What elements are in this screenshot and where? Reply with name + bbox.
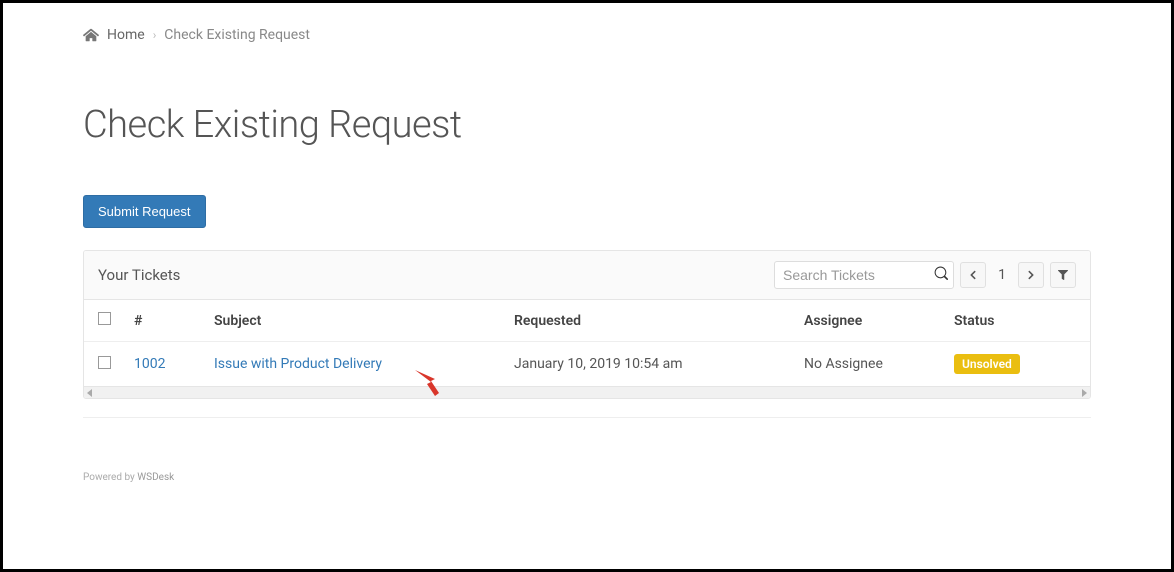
breadcrumb-home[interactable]: Home xyxy=(107,27,145,43)
header-checkbox-cell xyxy=(84,300,124,342)
page-number: 1 xyxy=(992,267,1012,283)
ticket-status: Unsolved xyxy=(944,342,1090,387)
breadcrumb: Home › Check Existing Request xyxy=(83,27,1091,43)
table-row: 1002 Issue with Product Delivery January… xyxy=(84,342,1090,387)
prev-page-button[interactable] xyxy=(960,262,986,288)
header-assignee: Assignee xyxy=(794,300,944,342)
divider xyxy=(83,417,1091,418)
header-status: Status xyxy=(944,300,1090,342)
next-page-button[interactable] xyxy=(1018,262,1044,288)
tickets-panel: Your Tickets 1 xyxy=(83,250,1091,399)
footer-powered-by: Powered by xyxy=(83,472,135,483)
filter-button[interactable] xyxy=(1050,262,1076,288)
select-all-checkbox[interactable] xyxy=(98,312,111,325)
submit-request-button[interactable]: Submit Request xyxy=(83,195,206,228)
header-subject: Subject xyxy=(204,300,504,342)
panel-title: Your Tickets xyxy=(98,266,180,284)
page-title: Check Existing Request xyxy=(83,103,1091,147)
panel-toolbar: 1 xyxy=(774,261,1076,289)
ticket-assignee: No Assignee xyxy=(794,342,944,387)
row-checkbox-cell xyxy=(84,342,124,387)
ticket-subject[interactable]: Issue with Product Delivery xyxy=(204,342,504,387)
ticket-id[interactable]: 1002 xyxy=(124,342,204,387)
ticket-requested: January 10, 2019 10:54 am xyxy=(504,342,794,387)
home-icon[interactable] xyxy=(83,27,99,43)
search-input[interactable] xyxy=(774,261,954,289)
breadcrumb-current: Check Existing Request xyxy=(164,27,310,43)
horizontal-scrollbar[interactable] xyxy=(84,386,1090,398)
tickets-table: # Subject Requested Assignee Status 1002… xyxy=(84,300,1090,386)
footer-brand-link[interactable]: WSDesk xyxy=(137,472,174,483)
header-requested: Requested xyxy=(504,300,794,342)
chevron-right-icon: › xyxy=(153,28,157,42)
search-wrap xyxy=(774,261,954,289)
status-badge: Unsolved xyxy=(954,354,1020,374)
table-header-row: # Subject Requested Assignee Status xyxy=(84,300,1090,342)
footer: Powered by WSDesk xyxy=(83,472,1091,483)
row-checkbox[interactable] xyxy=(98,356,111,369)
header-id: # xyxy=(124,300,204,342)
ticket-subject-link[interactable]: Issue with Product Delivery xyxy=(214,356,382,372)
panel-header: Your Tickets 1 xyxy=(84,251,1090,300)
ticket-id-link[interactable]: 1002 xyxy=(134,356,165,372)
